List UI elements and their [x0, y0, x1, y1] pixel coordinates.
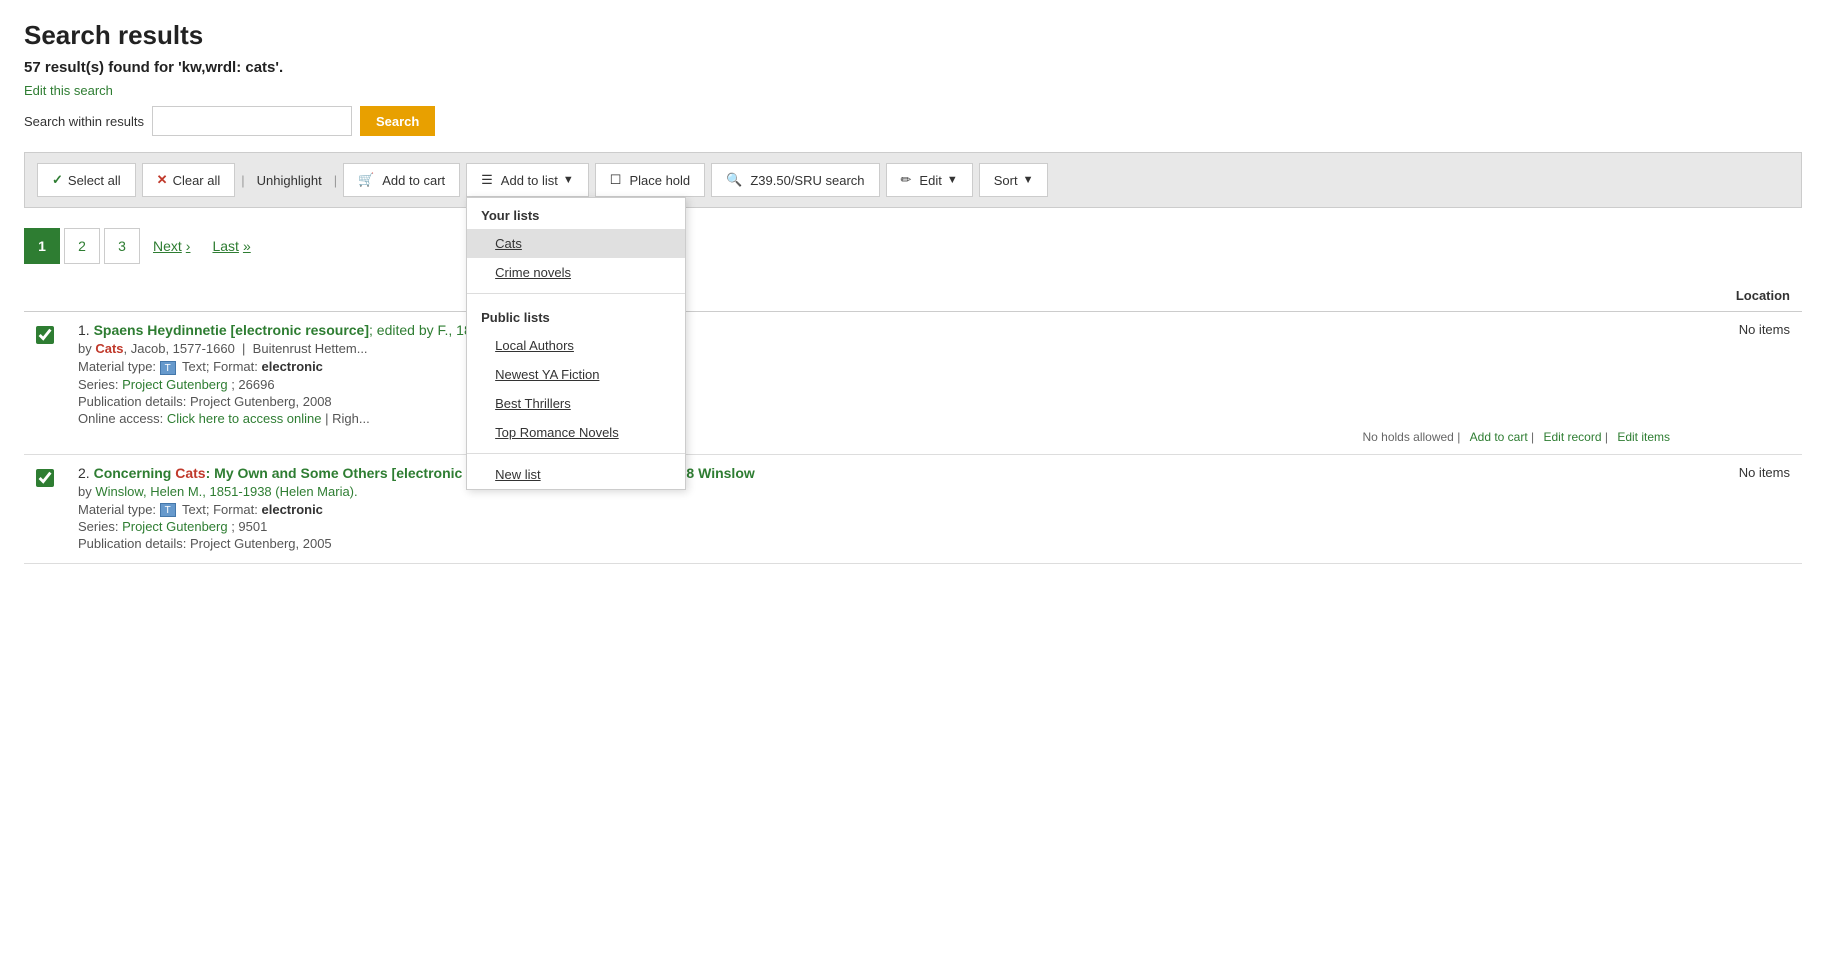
dropdown-divider-2: [467, 453, 685, 454]
separator-2: |: [334, 173, 337, 188]
page-3-button[interactable]: 3: [104, 228, 140, 264]
edit-items-action-1[interactable]: Edit items: [1617, 430, 1670, 444]
add-to-list-dropdown: ☰ Add to list ▼ Your lists Cats Crime no…: [466, 163, 589, 197]
add-to-cart-button[interactable]: 🛒 Add to cart: [343, 163, 460, 197]
last-arrow-icon: »: [243, 238, 251, 254]
separator-1: |: [241, 173, 244, 188]
unhighlight-button[interactable]: Unhighlight: [251, 173, 328, 188]
select-all-label: Select all: [68, 173, 121, 188]
edit-button[interactable]: ✏ Edit ▼: [886, 163, 973, 197]
toolbar: ✓ Select all ✕ Clear all | Unhighlight |…: [24, 152, 1802, 208]
dropdown-divider-1: [467, 293, 685, 294]
series-link-2[interactable]: Project Gutenberg: [122, 519, 228, 534]
title-col-header: [66, 280, 1682, 312]
z3950-button[interactable]: 🔍 Z39.50/SRU search: [711, 163, 879, 197]
list-item-best-thrillers[interactable]: Best Thrillers: [467, 389, 685, 418]
checkmark-icon: ✓: [52, 172, 63, 188]
search-icon-sm: 🔍: [726, 172, 742, 188]
result-content-1: 1. Spaens Heydinnetie [electronic resour…: [66, 312, 1682, 455]
list-item-newest-ya[interactable]: Newest YA Fiction: [467, 360, 685, 389]
page-title: Search results: [24, 20, 1802, 51]
dropdown-arrow-icon: ▼: [563, 174, 574, 186]
clear-all-label: Clear all: [173, 173, 221, 188]
checkbox-cell-2: [24, 454, 66, 564]
add-to-list-label: Add to list: [501, 173, 558, 188]
result-title-row-1: 1. Spaens Heydinnetie [electronic resour…: [78, 322, 1670, 338]
series-link-1[interactable]: Project Gutenberg: [122, 377, 228, 392]
search-within-row: Search within results Search: [24, 106, 1802, 136]
checkbox-cell-1: [24, 312, 66, 455]
new-list-item[interactable]: New list: [467, 460, 685, 489]
next-label: Next: [153, 238, 182, 254]
add-to-list-button[interactable]: ☰ Add to list ▼: [466, 163, 589, 197]
table-row: 1. Spaens Heydinnetie [electronic resour…: [24, 312, 1802, 455]
edit-label: Edit: [919, 173, 941, 188]
main-content: Search results 57 result(s) found for 'k…: [0, 0, 1826, 975]
result-pub-1: Publication details: Project Gutenberg, …: [78, 394, 1670, 409]
result-location-2: No items: [1682, 454, 1802, 564]
pencil-icon: ✏: [901, 172, 912, 188]
result-material-type-1: Material type: T Text; Format: electroni…: [78, 359, 1670, 375]
location-col-header: Location: [1682, 280, 1802, 312]
search-within-input[interactable]: [152, 106, 352, 136]
result-pub-2: Publication details: Project Gutenberg, …: [78, 536, 1670, 551]
last-button[interactable]: Last »: [203, 228, 259, 264]
author-link-2[interactable]: Winslow, Helen M., 1851-1938 (Helen Mari…: [95, 484, 357, 499]
material-type-icon-2: T: [160, 503, 176, 517]
add-to-cart-action-1[interactable]: Add to cart: [1470, 430, 1528, 444]
search-within-button[interactable]: Search: [360, 106, 435, 136]
clear-all-button[interactable]: ✕ Clear all: [142, 163, 236, 197]
hold-icon: ☐: [610, 172, 622, 188]
edit-dropdown-arrow-icon: ▼: [947, 174, 958, 186]
result-author-2: by Winslow, Helen M., 1851-1938 (Helen M…: [78, 484, 1670, 499]
cart-icon: 🛒: [358, 172, 374, 188]
edit-search-link[interactable]: Edit this search: [24, 83, 113, 98]
result-actions-1: No holds allowed | Add to cart | Edit re…: [78, 430, 1670, 444]
list-item-top-romance[interactable]: Top Romance Novels: [467, 418, 685, 447]
result-series-2: Series: Project Gutenberg ; 9501: [78, 519, 1670, 534]
place-hold-button[interactable]: ☐ Place hold: [595, 163, 705, 197]
your-lists-title: Your lists: [467, 198, 685, 229]
list-item-crime-novels[interactable]: Crime novels: [467, 258, 685, 287]
pagination: 1 2 3 Next › Last »: [24, 228, 1802, 264]
result-title-row-2: 2. Concerning Cats: My Own and Some Othe…: [78, 465, 1670, 481]
place-hold-label: Place hold: [629, 173, 690, 188]
result-material-type-2: Material type: T Text; Format: electroni…: [78, 502, 1670, 518]
result-series-1: Series: Project Gutenberg ; 26696: [78, 377, 1670, 392]
list-item-local-authors[interactable]: Local Authors: [467, 331, 685, 360]
select-all-button[interactable]: ✓ Select all: [37, 163, 136, 197]
page-2-button[interactable]: 2: [64, 228, 100, 264]
result-count: 57 result(s) found for 'kw,wrdl: cats'.: [24, 59, 1802, 76]
result-number-2: 2.: [78, 465, 94, 481]
list-icon: ☰: [481, 172, 493, 188]
table-row: 2. Concerning Cats: My Own and Some Othe…: [24, 454, 1802, 564]
edit-record-action-1[interactable]: Edit record: [1543, 430, 1601, 444]
last-label: Last: [212, 238, 238, 254]
result-checkbox-2[interactable]: [36, 469, 54, 487]
sort-button[interactable]: Sort ▼: [979, 163, 1049, 197]
z3950-label: Z39.50/SRU search: [750, 173, 864, 188]
add-to-cart-label: Add to cart: [382, 173, 445, 188]
next-button[interactable]: Next ›: [144, 228, 199, 264]
result-author-1: by Cats, Jacob, 1577-1660 | Buitenrust H…: [78, 341, 1670, 356]
result-number-1: 1.: [78, 322, 94, 338]
result-location-1: No items: [1682, 312, 1802, 455]
add-to-list-menu: Your lists Cats Crime novels Public list…: [466, 197, 686, 490]
material-type-icon-1: T: [160, 361, 176, 375]
online-access-link-1[interactable]: Click here to access online: [167, 411, 322, 426]
x-icon: ✕: [157, 172, 168, 188]
list-item-cats[interactable]: Cats: [467, 229, 685, 258]
result-online-1: Online access: Click here to access onli…: [78, 411, 1670, 426]
page-1-button[interactable]: 1: [24, 228, 60, 264]
sort-label: Sort: [994, 173, 1018, 188]
result-checkbox-1[interactable]: [36, 326, 54, 344]
result-content-2: 2. Concerning Cats: My Own and Some Othe…: [66, 454, 1682, 564]
author-highlight-link-1[interactable]: Cats: [95, 341, 123, 356]
results-table: Location 1. Spaens Heydinnetie [electron…: [24, 280, 1802, 564]
search-within-label: Search within results: [24, 114, 144, 129]
sort-dropdown-arrow-icon: ▼: [1023, 174, 1034, 186]
public-lists-title: Public lists: [467, 300, 685, 331]
next-arrow-icon: ›: [186, 238, 191, 254]
checkbox-col-header: [24, 280, 66, 312]
